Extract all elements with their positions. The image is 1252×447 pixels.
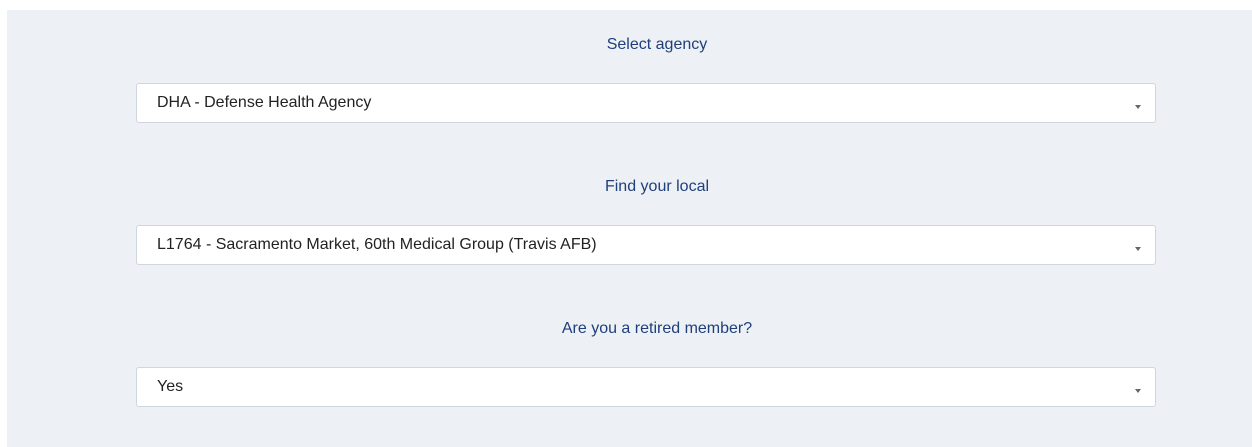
agency-label: Select agency (606, 36, 708, 53)
form-panel: Select agency DHA - Defense Health Agenc… (7, 10, 1252, 447)
local-select[interactable]: L1764 - Sacramento Market, 60th Medical … (136, 225, 1156, 265)
retired-label: Are you a retired member? (561, 320, 753, 337)
chevron-down-icon (1135, 247, 1141, 251)
local-label: Find your local (604, 178, 710, 195)
chevron-down-icon (1135, 105, 1141, 109)
agency-select[interactable]: DHA - Defense Health Agency (136, 83, 1156, 123)
agency-selected-value: DHA - Defense Health Agency (157, 94, 372, 111)
chevron-down-icon (1135, 389, 1141, 393)
retired-select[interactable]: Yes (136, 367, 1156, 407)
retired-selected-value: Yes (157, 378, 184, 395)
local-selected-value: L1764 - Sacramento Market, 60th Medical … (157, 236, 597, 253)
